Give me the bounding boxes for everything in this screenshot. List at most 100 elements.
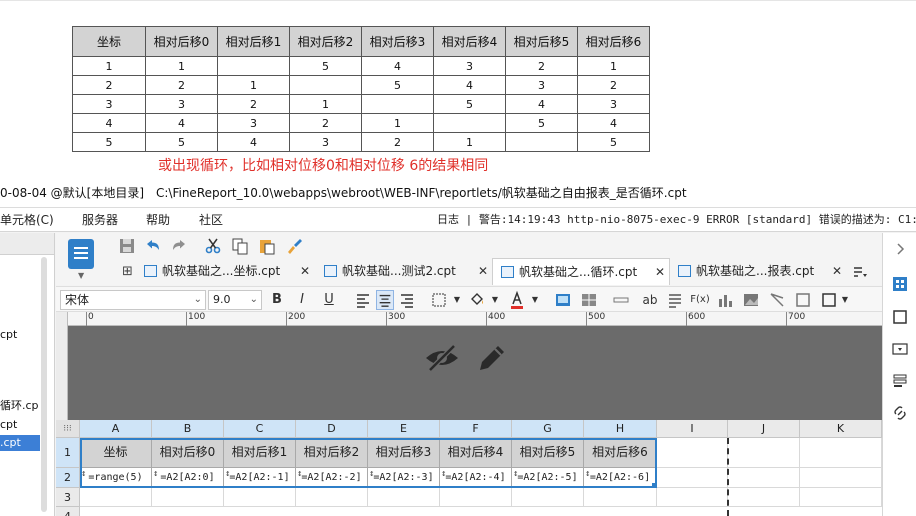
- hyperlink-icon[interactable]: [892, 405, 908, 421]
- cell-g3[interactable]: [512, 488, 584, 507]
- formula-button[interactable]: F(x): [688, 290, 712, 310]
- row-header-4[interactable]: 4: [56, 507, 80, 516]
- tab-template-1[interactable]: 帆软基础之...坐标.cpt ✕: [136, 258, 316, 285]
- cell-e1[interactable]: 相对后移3: [368, 438, 440, 468]
- column-header-c[interactable]: C: [224, 420, 296, 438]
- column-header-f[interactable]: F: [440, 420, 512, 438]
- cell-b1[interactable]: 相对后移0: [152, 438, 224, 468]
- file-tree-item[interactable]: cpt: [0, 327, 40, 343]
- cell-d3[interactable]: [296, 488, 368, 507]
- cell-element-icon[interactable]: [892, 309, 908, 325]
- cell-f3[interactable]: [440, 488, 512, 507]
- menu-community[interactable]: 社区: [199, 208, 223, 232]
- template-dataset-icon[interactable]: [68, 239, 94, 269]
- close-icon[interactable]: ✕: [478, 258, 488, 285]
- chevron-down-icon[interactable]: ▼: [486, 290, 504, 310]
- paste-icon[interactable]: [258, 237, 276, 255]
- merge-cells-icon[interactable]: [580, 290, 598, 310]
- underline-button[interactable]: U: [320, 290, 338, 310]
- italic-button[interactable]: I: [293, 290, 311, 310]
- cell-b3[interactable]: [152, 488, 224, 507]
- menu-server[interactable]: 服务器: [82, 208, 118, 232]
- eye-slash-icon[interactable]: [424, 342, 460, 374]
- file-tree-item-selected[interactable]: .cpt: [0, 435, 40, 451]
- cell-e3[interactable]: [368, 488, 440, 507]
- close-icon[interactable]: ✕: [300, 258, 310, 285]
- column-header-j[interactable]: J: [728, 420, 800, 438]
- insert-row-icon[interactable]: [612, 290, 630, 310]
- chevron-down-icon[interactable]: ▼: [448, 290, 466, 310]
- font-size-select[interactable]: 9.0 ⌄: [208, 290, 262, 310]
- cell-a2[interactable]: ↕ =range(5): [80, 468, 152, 488]
- log-status-text[interactable]: 日志 | 警告:14:19:43 http-nio-8075-exec-9 ER…: [437, 208, 916, 232]
- cell-f1[interactable]: 相对后移4: [440, 438, 512, 468]
- font-color-icon[interactable]: [508, 290, 526, 310]
- cell-c2[interactable]: ↕ =A2[A2:-1]: [224, 468, 296, 488]
- close-icon[interactable]: ✕: [655, 259, 665, 286]
- rich-text-icon[interactable]: [666, 290, 684, 310]
- align-right-icon[interactable]: [398, 290, 416, 310]
- column-header-g[interactable]: G: [512, 420, 584, 438]
- cell-h3[interactable]: [584, 488, 657, 507]
- cell-c1[interactable]: 相对后移1: [224, 438, 296, 468]
- column-header-a[interactable]: A: [80, 420, 152, 438]
- redo-icon[interactable]: [170, 237, 188, 255]
- font-family-select[interactable]: 宋体 ⌄: [60, 290, 206, 310]
- select-all-corner[interactable]: ⁝⁝⁝: [56, 420, 80, 438]
- cell-b2[interactable]: ↕ =A2[A2:0]: [152, 468, 224, 488]
- cell-k3[interactable]: [800, 488, 882, 507]
- cell-c3[interactable]: [224, 488, 296, 507]
- chevron-down-icon[interactable]: ▼: [526, 290, 544, 310]
- column-header-b[interactable]: B: [152, 420, 224, 438]
- spreadsheet-grid[interactable]: ⁝⁝⁝ A B C D E F G H I J K 1 2 3 4 坐标 相对后…: [56, 420, 882, 516]
- column-header-d[interactable]: D: [296, 420, 368, 438]
- cell-a3[interactable]: [80, 488, 152, 507]
- cell-j1[interactable]: [728, 438, 800, 468]
- cell-h1[interactable]: 相对后移6: [584, 438, 657, 468]
- undo-icon[interactable]: [144, 237, 162, 255]
- border-icon[interactable]: [430, 290, 448, 310]
- bold-button[interactable]: B: [268, 290, 286, 310]
- column-header-h[interactable]: H: [584, 420, 657, 438]
- report-canvas[interactable]: [68, 326, 882, 420]
- sub-report-icon[interactable]: [794, 290, 812, 310]
- save-icon[interactable]: [118, 237, 136, 255]
- file-tree-item[interactable]: cpt: [0, 417, 40, 433]
- fill-color-icon[interactable]: [468, 290, 486, 310]
- cell-h2[interactable]: ↕ =A2[A2:-6]: [584, 468, 657, 488]
- column-header-k[interactable]: K: [800, 420, 882, 438]
- cell-k1[interactable]: [800, 438, 882, 468]
- widget-list-icon[interactable]: [892, 373, 908, 389]
- cut-icon[interactable]: [204, 237, 222, 255]
- tab-list-icon[interactable]: [852, 264, 868, 280]
- cell-g2[interactable]: ↕ =A2[A2:-5]: [512, 468, 584, 488]
- copy-icon[interactable]: [231, 237, 249, 255]
- chart-icon[interactable]: [716, 290, 734, 310]
- row-header-3[interactable]: 3: [56, 488, 80, 507]
- image-icon[interactable]: [742, 290, 760, 310]
- cell-d2[interactable]: ↕ =A2[A2:-2]: [296, 468, 368, 488]
- align-left-icon[interactable]: [354, 290, 372, 310]
- cell-i3[interactable]: [657, 488, 728, 507]
- grid-tab-icon[interactable]: ⊞: [122, 264, 133, 279]
- menu-help[interactable]: 帮助: [146, 208, 170, 232]
- cell-d1[interactable]: 相对后移2: [296, 438, 368, 468]
- cell-i2[interactable]: [657, 468, 728, 488]
- chevron-down-icon[interactable]: ▼: [836, 290, 854, 310]
- cell-j2[interactable]: [728, 468, 800, 488]
- column-header-i[interactable]: I: [657, 420, 728, 438]
- cell-j3[interactable]: [728, 488, 800, 507]
- cell-a1[interactable]: 坐标: [80, 438, 152, 468]
- cell-f2[interactable]: ↕ =A2[A2:-4]: [440, 468, 512, 488]
- cell-i1[interactable]: [657, 438, 728, 468]
- cell-k2[interactable]: [800, 468, 882, 488]
- cell-attribute-icon[interactable]: [892, 276, 908, 292]
- slash-cell-icon[interactable]: [768, 290, 786, 310]
- column-header-e[interactable]: E: [368, 420, 440, 438]
- tab-template-3-active[interactable]: 帆软基础之...循环.cpt ✕: [492, 258, 670, 285]
- cell-g1[interactable]: 相对后移5: [512, 438, 584, 468]
- pencil-icon[interactable]: [476, 342, 508, 374]
- text-cell-button[interactable]: ab: [638, 290, 662, 310]
- chevron-down-icon[interactable]: ▼: [78, 271, 84, 280]
- selection-fill-handle[interactable]: [652, 483, 657, 488]
